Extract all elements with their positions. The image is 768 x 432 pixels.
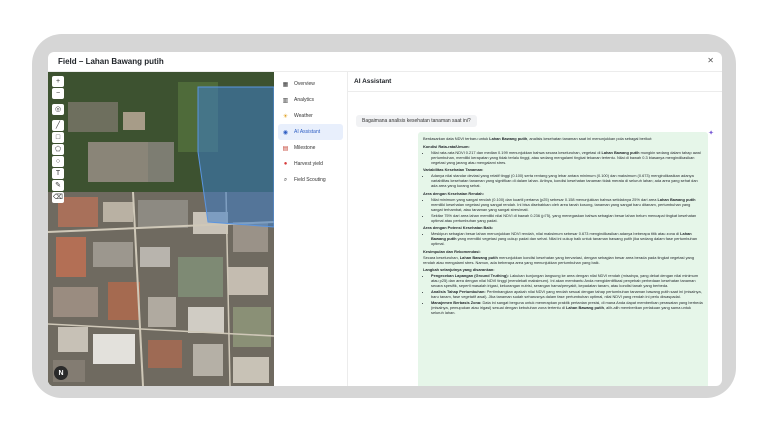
sidebar-item-milestone[interactable]: ▤ Milestone <box>278 140 343 156</box>
panel-title: AI Assistant <box>354 78 392 85</box>
list-item: Adanya nilai standar deviasi yang relati… <box>431 173 703 188</box>
map-toolbar: + − ◎ ╱ □ ⬠ ○ T ✎ ⌫ <box>52 76 64 203</box>
list-item: Nilai minimum yang sangat rendah (0.100)… <box>431 197 703 212</box>
milestone-icon: ▤ <box>282 145 289 152</box>
section-heading: Langkah selanjutnya yang disarankan: <box>423 267 495 272</box>
list-item: Nilai rata-rata NDVI 0.217 dan median 0.… <box>431 150 703 165</box>
sidebar-item-weather[interactable]: ☀ Weather <box>278 108 343 124</box>
divider <box>348 91 722 92</box>
sidebar-item-label: Milestone <box>294 145 316 151</box>
satellite-imagery <box>48 72 274 386</box>
weather-icon: ☀ <box>282 113 289 120</box>
sidebar-item-overview[interactable]: ▦ Overview <box>278 76 343 92</box>
close-icon[interactable]: ✕ <box>707 56 714 65</box>
list-item: Meskipun sebagian besar lahan menunjukka… <box>431 231 703 246</box>
text-tool-icon[interactable]: T <box>52 168 64 179</box>
harvest-yield-icon: ● <box>283 161 288 167</box>
window-title: Field – Lahan Bawang putih <box>58 57 164 66</box>
sidebar-item-label: Weather <box>294 113 313 119</box>
ai-assistant-icon: ◉ <box>282 129 289 136</box>
title-bar: Field – Lahan Bawang putih ✕ <box>48 52 722 72</box>
app-window: Field – Lahan Bawang putih ✕ + − ◎ ╱ □ ⬠… <box>48 52 722 386</box>
bullet-list: Nilai minimum yang sangat rendah (0.100)… <box>431 197 703 223</box>
sidebar-item-label: Field Scouting <box>294 177 326 183</box>
overview-icon: ▦ <box>282 81 289 88</box>
sidebar: ▦ Overview ▥ Analytics ☀ Weather ◉ AI As… <box>274 72 348 386</box>
sidebar-item-analytics[interactable]: ▥ Analytics <box>278 92 343 108</box>
sidebar-item-label: AI Assistant <box>294 129 321 135</box>
locate-icon[interactable]: ◎ <box>52 104 64 115</box>
section-heading: Variabilitas Kesehatan Tanaman: <box>423 167 484 172</box>
sidebar-item-label: Harvest yield <box>294 161 323 167</box>
sidebar-item-ai-assistant[interactable]: ◉ AI Assistant <box>278 124 343 140</box>
sidebar-item-harvest-yield[interactable]: ● Harvest yield <box>278 156 343 172</box>
draw-circle-icon[interactable]: ○ <box>52 156 64 167</box>
sparkle-icon: ✦ <box>708 130 714 137</box>
assistant-panel: AI Assistant Bagaimana analisis kesehata… <box>348 72 722 386</box>
satellite-map[interactable]: + − ◎ ╱ □ ⬠ ○ T ✎ ⌫ N <box>48 72 274 386</box>
sidebar-item-label: Analytics <box>294 97 315 103</box>
section-heading: Area dengan Kesehatan Rendah: <box>423 190 484 196</box>
assistant-response: Berdasarkan data NDVI terbaru untuk Laha… <box>418 132 708 386</box>
draw-square-icon[interactable]: □ <box>52 132 64 143</box>
section-heading: Area dengan Potensi Kesehatan Baik: <box>423 225 494 230</box>
field-scouting-icon: ⌕ <box>283 176 288 183</box>
recommendation-list: Pengecekan Lapangan (Ground Truthing): L… <box>431 273 703 315</box>
sidebar-item-label: Overview <box>294 81 315 87</box>
delete-icon[interactable]: ⌫ <box>52 192 64 203</box>
list-item: Manajemen Berbasis Zona: Data ini sangat… <box>431 300 703 315</box>
compass-icon[interactable]: N <box>54 366 68 380</box>
bullet-list: Nilai rata-rata NDVI 0.217 dan median 0.… <box>431 150 703 165</box>
user-message: Bagaimana analisis kesehatan tanaman saa… <box>356 115 477 127</box>
draw-line-icon[interactable]: ╱ <box>52 120 64 131</box>
section-heading: Kesimpulan dan Rekomendasi: <box>423 248 481 254</box>
sidebar-item-field-scouting[interactable]: ⌕ Field Scouting <box>278 172 343 188</box>
field-boundary <box>197 86 274 228</box>
list-item: Pengecekan Lapangan (Ground Truthing): L… <box>431 273 703 288</box>
edit-icon[interactable]: ✎ <box>52 180 64 191</box>
section-heading: Kondisi Rata-rata/Umum: <box>423 143 470 149</box>
conclusion-paragraph: Secara keseluruhan, Lahan Bawang putih m… <box>423 254 695 265</box>
list-item: Analisis Tahap Pertumbuhan: Pertimbangka… <box>431 289 703 299</box>
list-item: Sekitar 75% dari area lahan memiliki nil… <box>431 213 703 223</box>
zoom-in-icon[interactable]: + <box>52 76 64 87</box>
zoom-out-icon[interactable]: − <box>52 88 64 99</box>
bullet-list: Meskipun sebagian besar lahan menunjukka… <box>431 231 703 246</box>
intro-paragraph: Berdasarkan data NDVI terbaru untuk Laha… <box>423 136 653 141</box>
analytics-icon: ▥ <box>282 97 289 104</box>
draw-polygon-icon[interactable]: ⬠ <box>52 144 64 155</box>
bullet-list: Adanya nilai standar deviasi yang relati… <box>431 173 703 188</box>
